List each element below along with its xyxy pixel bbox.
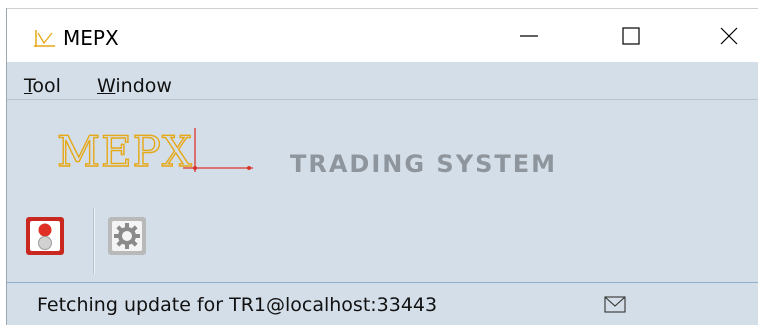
- traffic-light-icon: [26, 217, 64, 255]
- maximize-icon: [622, 27, 640, 45]
- menu-tool-label: ool: [32, 75, 61, 97]
- window-title: MEPX: [63, 26, 119, 50]
- mail-icon[interactable]: [604, 296, 626, 313]
- gear-icon: [108, 217, 146, 255]
- settings-button[interactable]: [107, 216, 147, 256]
- close-button[interactable]: [699, 9, 758, 63]
- close-icon: [720, 27, 738, 45]
- menu-window-mnemonic: W: [97, 75, 116, 97]
- minimize-button[interactable]: [499, 9, 559, 63]
- menu-bar: Tool Window: [7, 62, 758, 100]
- toolbar-separator: [93, 208, 95, 274]
- branding-area: MEPX TRADING SYSTEM: [7, 100, 758, 200]
- menu-tool[interactable]: Tool: [24, 75, 61, 97]
- minimize-icon: [520, 35, 538, 37]
- app-window: MEPX Tool Window MEPX TRADING SYSTEM Fet…: [6, 8, 758, 325]
- title-bar[interactable]: MEPX: [7, 8, 758, 62]
- menu-window-label: indow: [115, 75, 172, 97]
- mepx-logo: MEPX: [56, 126, 253, 177]
- logo-letters: MEPX: [57, 127, 193, 176]
- status-message: Fetching update for TR1@localhost:33443: [37, 294, 438, 316]
- tagline: TRADING SYSTEM: [290, 150, 558, 178]
- maximize-button[interactable]: [601, 9, 661, 63]
- connection-status-button[interactable]: [25, 216, 65, 256]
- status-bar: Fetching update for TR1@localhost:33443: [7, 282, 758, 325]
- menu-window[interactable]: Window: [97, 75, 172, 97]
- app-logo-icon: [34, 30, 55, 47]
- toolbar: [7, 204, 758, 278]
